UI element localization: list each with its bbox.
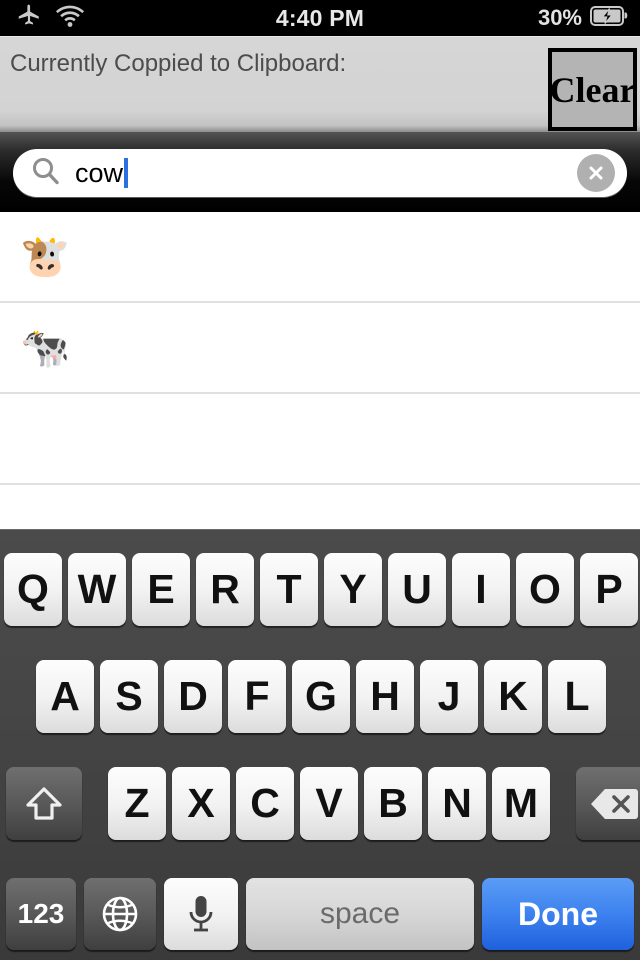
backspace-icon[interactable] <box>576 767 640 840</box>
on-screen-keyboard: Q W E R T Y U I O P A S D F G H J K L Z … <box>0 529 640 960</box>
key-T[interactable]: T <box>260 553 318 626</box>
text-caret <box>124 158 129 188</box>
search-input-value[interactable]: cow <box>75 159 123 187</box>
shift-icon[interactable] <box>6 767 82 840</box>
key-C[interactable]: C <box>236 767 294 840</box>
key-L[interactable]: L <box>548 660 606 733</box>
done-key[interactable]: Done <box>482 878 634 950</box>
key-D[interactable]: D <box>164 660 222 733</box>
keyboard-row-4: 123 space Done <box>0 878 640 950</box>
search-bar-container: cow <box>0 132 640 212</box>
status-bar: 4:40 PM 30% <box>0 0 640 36</box>
key-J[interactable]: J <box>420 660 478 733</box>
key-N[interactable]: N <box>428 767 486 840</box>
status-bar-right: 30% <box>420 5 640 31</box>
list-item[interactable]: 🐄 <box>0 303 640 394</box>
clipboard-bar: Currently Coppied to Clipboard: Clear <box>0 36 640 132</box>
key-Y[interactable]: Y <box>324 553 382 626</box>
cow-face-emoji: 🐮 <box>20 234 70 279</box>
keyboard-row-1: Q W E R T Y U I O P <box>0 553 640 626</box>
list-item[interactable] <box>0 394 640 485</box>
key-R[interactable]: R <box>196 553 254 626</box>
keyboard-row-3: Z X C V B N M <box>0 767 640 840</box>
microphone-icon[interactable] <box>164 878 238 950</box>
key-A[interactable]: A <box>36 660 94 733</box>
wifi-icon <box>56 5 84 32</box>
battery-charging-icon <box>590 5 628 31</box>
cow-emoji: 🐄 <box>20 325 70 370</box>
key-E[interactable]: E <box>132 553 190 626</box>
key-G[interactable]: G <box>292 660 350 733</box>
key-P[interactable]: P <box>580 553 638 626</box>
search-input-text-wrap[interactable]: cow <box>75 158 129 188</box>
emoji-results-list: 🐮 🐄 <box>0 212 640 576</box>
battery-percent-label: 30% <box>537 5 582 30</box>
status-bar-left <box>0 3 220 34</box>
clear-circle-icon[interactable] <box>577 154 615 192</box>
airplane-mode-icon <box>16 3 42 34</box>
numbers-key[interactable]: 123 <box>6 878 76 950</box>
app-screen: 4:40 PM 30% Currently Coppied to Clipboa… <box>0 0 640 960</box>
key-F[interactable]: F <box>228 660 286 733</box>
status-bar-time: 4:40 PM <box>275 4 365 31</box>
key-K[interactable]: K <box>484 660 542 733</box>
globe-icon[interactable] <box>84 878 156 950</box>
space-key[interactable]: space <box>246 878 474 950</box>
key-Z[interactable]: Z <box>108 767 166 840</box>
key-X[interactable]: X <box>172 767 230 840</box>
key-I[interactable]: I <box>452 553 510 626</box>
clipboard-label: Currently Coppied to Clipboard: <box>10 50 347 77</box>
key-O[interactable]: O <box>516 553 574 626</box>
key-B[interactable]: B <box>364 767 422 840</box>
key-U[interactable]: U <box>388 553 446 626</box>
key-V[interactable]: V <box>300 767 358 840</box>
key-M[interactable]: M <box>492 767 550 840</box>
search-field[interactable]: cow <box>13 149 627 197</box>
key-S[interactable]: S <box>100 660 158 733</box>
key-H[interactable]: H <box>356 660 414 733</box>
list-item[interactable]: 🐮 <box>0 212 640 303</box>
clear-button[interactable]: Clear <box>548 48 637 131</box>
keyboard-row-2: A S D F G H J K L <box>0 660 640 733</box>
key-W[interactable]: W <box>68 553 126 626</box>
search-icon <box>31 156 61 191</box>
key-Q[interactable]: Q <box>4 553 62 626</box>
